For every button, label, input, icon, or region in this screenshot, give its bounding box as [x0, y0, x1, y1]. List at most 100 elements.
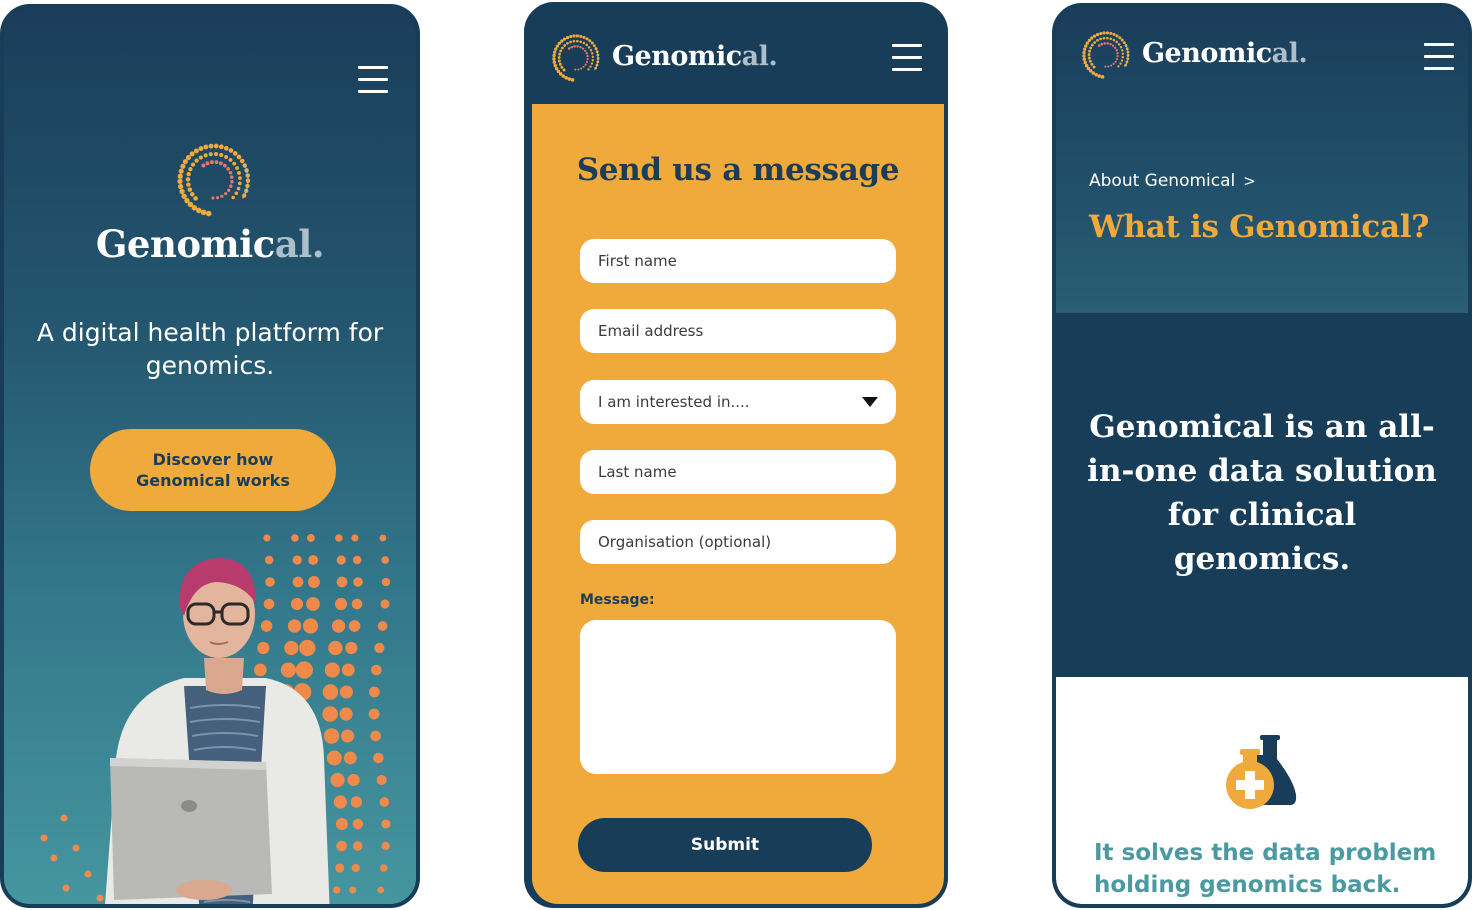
logo-dot — [1109, 31, 1113, 35]
pattern-dot — [349, 886, 357, 894]
pattern-dot — [253, 663, 267, 677]
pattern-dot — [353, 577, 363, 587]
email-field[interactable]: Email address — [580, 309, 896, 353]
logo-dot — [1085, 41, 1090, 45]
dotted-spiral-logo-icon[interactable] — [1080, 29, 1132, 81]
submit-button[interactable]: Submit — [578, 818, 872, 872]
pattern-dot — [343, 751, 357, 765]
logo-dot — [208, 152, 213, 157]
logo-dot — [557, 59, 561, 63]
breadcrumb[interactable]: About Genomical > — [1089, 171, 1256, 191]
logo-dot — [552, 60, 557, 64]
pattern-dot — [265, 555, 274, 565]
discover-button[interactable]: Discover how Genomical works — [90, 429, 336, 511]
pattern-dot — [287, 619, 302, 633]
logo-dot — [576, 45, 579, 48]
logo-dot — [570, 45, 574, 49]
pattern-dot — [323, 728, 340, 744]
laptop — [110, 758, 272, 900]
logo-dot — [552, 50, 557, 54]
pattern-dot — [257, 641, 270, 655]
logo-dot — [569, 34, 573, 39]
logo-dot — [182, 159, 188, 165]
breadcrumb-separator: > — [1243, 172, 1256, 190]
brand-name-main: Genomic — [95, 222, 275, 266]
logo-dot — [245, 168, 248, 171]
pattern-dot — [350, 796, 363, 808]
logo-dot — [209, 160, 214, 165]
logo-dot — [1102, 36, 1106, 40]
logo-dot — [1119, 45, 1123, 49]
logo-dot — [562, 68, 566, 72]
pattern-dot — [347, 773, 360, 787]
pattern-dot — [352, 841, 363, 851]
logo-dot — [1095, 32, 1100, 37]
logo-dot — [190, 192, 195, 197]
logo-dot — [591, 59, 594, 62]
pattern-dot — [379, 534, 387, 542]
pattern-dot — [335, 534, 343, 542]
pattern-dot — [299, 639, 316, 657]
logo-dot — [576, 39, 579, 43]
logo-dot — [1126, 49, 1129, 51]
hamburger-icon[interactable] — [358, 66, 388, 93]
logo-dot — [569, 40, 572, 44]
logo-dot — [214, 152, 219, 157]
logo-dot — [585, 37, 589, 41]
logo-dot — [205, 210, 212, 217]
logo-dot — [1121, 56, 1124, 59]
first-name-field[interactable]: First name — [580, 239, 896, 283]
logo-dot — [557, 41, 562, 46]
logo-dot — [596, 64, 598, 66]
logo-dot — [177, 183, 184, 190]
logo-dot — [230, 175, 234, 179]
dropdown-caret-icon[interactable] — [862, 397, 878, 407]
brand-logo-text[interactable]: Genomical. — [612, 41, 778, 72]
pattern-dot — [371, 664, 382, 676]
logo-dot — [1090, 62, 1094, 66]
logo-dot — [205, 161, 210, 166]
pattern-dot — [368, 708, 380, 720]
message-textarea[interactable] — [580, 620, 896, 774]
logo-dot — [1109, 42, 1112, 46]
logo-dot — [554, 47, 558, 51]
logo-dot — [227, 188, 231, 192]
hamburger-icon[interactable] — [892, 44, 922, 71]
pattern-dot — [50, 854, 58, 862]
breadcrumb-item[interactable]: About Genomical — [1089, 171, 1235, 191]
logo-dot — [246, 176, 249, 179]
dotted-spiral-logo-icon[interactable] — [550, 32, 602, 84]
hamburger-icon[interactable] — [1424, 43, 1454, 70]
logo-dot — [1117, 43, 1121, 46]
last-name-field[interactable]: Last name — [580, 450, 896, 494]
logo-dot — [1105, 31, 1109, 35]
logo-dot — [1096, 39, 1099, 42]
logo-dot — [1118, 36, 1122, 40]
logo-dot — [588, 39, 592, 43]
logo-dot — [581, 47, 585, 50]
pattern-dot — [348, 620, 361, 632]
logo-dot — [213, 143, 219, 149]
interest-select[interactable]: I am interested in.... — [580, 380, 896, 424]
brand-logo-text[interactable]: Genomical. — [1142, 38, 1308, 69]
logo-dot — [586, 55, 589, 58]
brand-logo-text[interactable]: Genomical. — [4, 222, 416, 266]
logo-dot — [1087, 53, 1091, 56]
logo-dot — [1097, 44, 1101, 47]
logo-dot — [587, 68, 590, 71]
brand-name-accent: al. — [274, 222, 325, 266]
logo-dot — [597, 55, 599, 57]
logo-dot — [1127, 50, 1129, 53]
logo-dot — [573, 45, 576, 48]
logo-dot — [553, 63, 557, 68]
logo-dot — [198, 155, 203, 160]
logo-dot — [552, 57, 556, 61]
organisation-field[interactable]: Organisation (optional) — [580, 520, 896, 564]
logo-dot — [596, 50, 598, 52]
logo-dot — [1088, 59, 1092, 63]
logo-dot — [591, 55, 595, 58]
pattern-dot — [265, 577, 275, 587]
pattern-dot — [260, 620, 273, 632]
pattern-dot — [308, 576, 320, 588]
feature-panel: It solves the data problem holding genom… — [1056, 677, 1468, 904]
